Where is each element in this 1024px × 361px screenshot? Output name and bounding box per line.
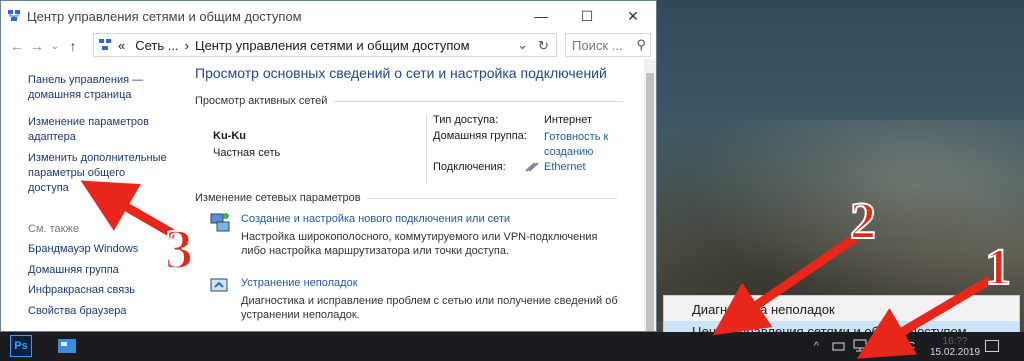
- access-type-label: Тип доступа:: [433, 114, 499, 126]
- new-connection-icon: [210, 213, 230, 232]
- minimize-button[interactable]: —: [518, 1, 564, 31]
- taskbar: Ps ^ 🔊︎ РУС 16:?? 15.02.2019: [0, 332, 1024, 361]
- title-bar: Центр управления сетями и общим доступом…: [1, 1, 656, 31]
- battery-icon[interactable]: [832, 341, 846, 352]
- close-button[interactable]: ✕: [610, 1, 656, 31]
- notification-center-icon[interactable]: [985, 340, 999, 352]
- breadcrumb-overflow[interactable]: «: [118, 38, 125, 53]
- tray-overflow-button[interactable]: ^: [814, 332, 819, 361]
- breadcrumb-separator[interactable]: ›: [185, 38, 189, 53]
- ethernet-icon: [525, 162, 539, 172]
- page-title: Просмотр основных сведений о сети и наст…: [195, 65, 607, 81]
- divider: [426, 114, 427, 184]
- task-troubleshoot-link[interactable]: Устранение неполадок: [241, 277, 358, 289]
- recent-locations-button[interactable]: ⌄: [47, 41, 63, 52]
- network-tray-icon[interactable]: [852, 339, 868, 353]
- volume-icon[interactable]: 🔊︎: [872, 332, 880, 361]
- breadcrumb-current[interactable]: Центр управления сетями и общим доступом: [195, 38, 470, 53]
- main-content: Просмотр основных сведений о сети и наст…: [179, 59, 641, 331]
- task-troubleshoot-description: Диагностика и исправление проблем с сеть…: [241, 295, 618, 321]
- sidebar-link-home[interactable]: Панель управления — домашняя страница: [28, 73, 148, 103]
- window-title: Центр управления сетями и общим доступом: [27, 8, 302, 24]
- sidebar: Панель управления — домашняя страница Из…: [1, 59, 179, 331]
- control-panel-window: Центр управления сетями и общим доступом…: [0, 0, 657, 332]
- vertical-scrollbar[interactable]: [644, 59, 656, 331]
- back-button[interactable]: ←: [7, 38, 27, 54]
- search-icon: ⚲: [636, 37, 646, 52]
- network-name: Ku-Ku: [213, 130, 246, 142]
- task-new-connection-link[interactable]: Создание и настройка нового подключения …: [241, 213, 510, 225]
- clock-date: 15.02.2019: [930, 347, 981, 358]
- connections-label: Подключения:: [433, 161, 506, 173]
- network-center-taskbar-icon[interactable]: [56, 335, 78, 357]
- refresh-button[interactable]: ↻: [538, 38, 549, 54]
- menu-item-diagnose[interactable]: Диагностика неполадок: [664, 299, 1019, 321]
- see-also-heading: См. также: [28, 223, 79, 235]
- address-dropdown-button[interactable]: ⌄: [517, 37, 528, 53]
- sidebar-link-homegroup[interactable]: Домашняя группа: [28, 263, 119, 278]
- change-settings-section: Изменение сетевых параметров: [195, 192, 617, 204]
- clock[interactable]: 16:?? 15.02.2019: [930, 336, 980, 358]
- forward-button[interactable]: →: [27, 38, 47, 54]
- language-indicator[interactable]: РУС: [895, 332, 915, 361]
- photoshop-taskbar-app[interactable]: Ps: [10, 335, 32, 357]
- active-networks-heading: Просмотр активных сетей: [195, 95, 328, 107]
- address-bar[interactable]: « Сеть ... › Центр управления сетями и о…: [93, 33, 557, 57]
- change-settings-heading: Изменение сетевых параметров: [195, 192, 361, 204]
- troubleshoot-icon: [210, 278, 228, 292]
- desktop-wallpaper: [650, 120, 1024, 321]
- active-networks-section: Просмотр активных сетей: [195, 95, 624, 107]
- task-new-connection-description: Настройка широкополосного, коммутируемог…: [241, 231, 598, 257]
- ethernet-link[interactable]: Ethernet: [544, 161, 586, 173]
- sidebar-link-browser-properties[interactable]: Свойства браузера: [28, 304, 127, 319]
- homegroup-label: Домашняя группа:: [433, 130, 527, 142]
- breadcrumb-network[interactable]: Сеть ...: [135, 38, 178, 53]
- up-button[interactable]: ↑: [63, 38, 83, 54]
- clock-time: 16:??: [942, 336, 968, 347]
- access-type-value: Интернет: [544, 114, 592, 126]
- search-input[interactable]: Поиск ... ⚲: [565, 33, 651, 57]
- sidebar-link-adapter-settings[interactable]: Изменение параметров адаптера: [28, 115, 158, 145]
- network-type: Частная сеть: [213, 147, 281, 159]
- maximize-button[interactable]: ☐: [564, 1, 610, 31]
- sidebar-link-infrared[interactable]: Инфракрасная связь: [28, 283, 135, 298]
- scrollbar-thumb[interactable]: [646, 73, 654, 331]
- search-placeholder: Поиск ...: [572, 37, 623, 53]
- homegroup-link[interactable]: Готовность к созданию: [544, 130, 614, 160]
- sidebar-link-sharing-settings[interactable]: Изменить дополнительные параметры общего…: [28, 151, 168, 196]
- sidebar-link-firewall[interactable]: Брандмауэр Windows: [28, 242, 138, 257]
- network-center-icon: [8, 10, 20, 21]
- network-center-icon: [99, 39, 111, 50]
